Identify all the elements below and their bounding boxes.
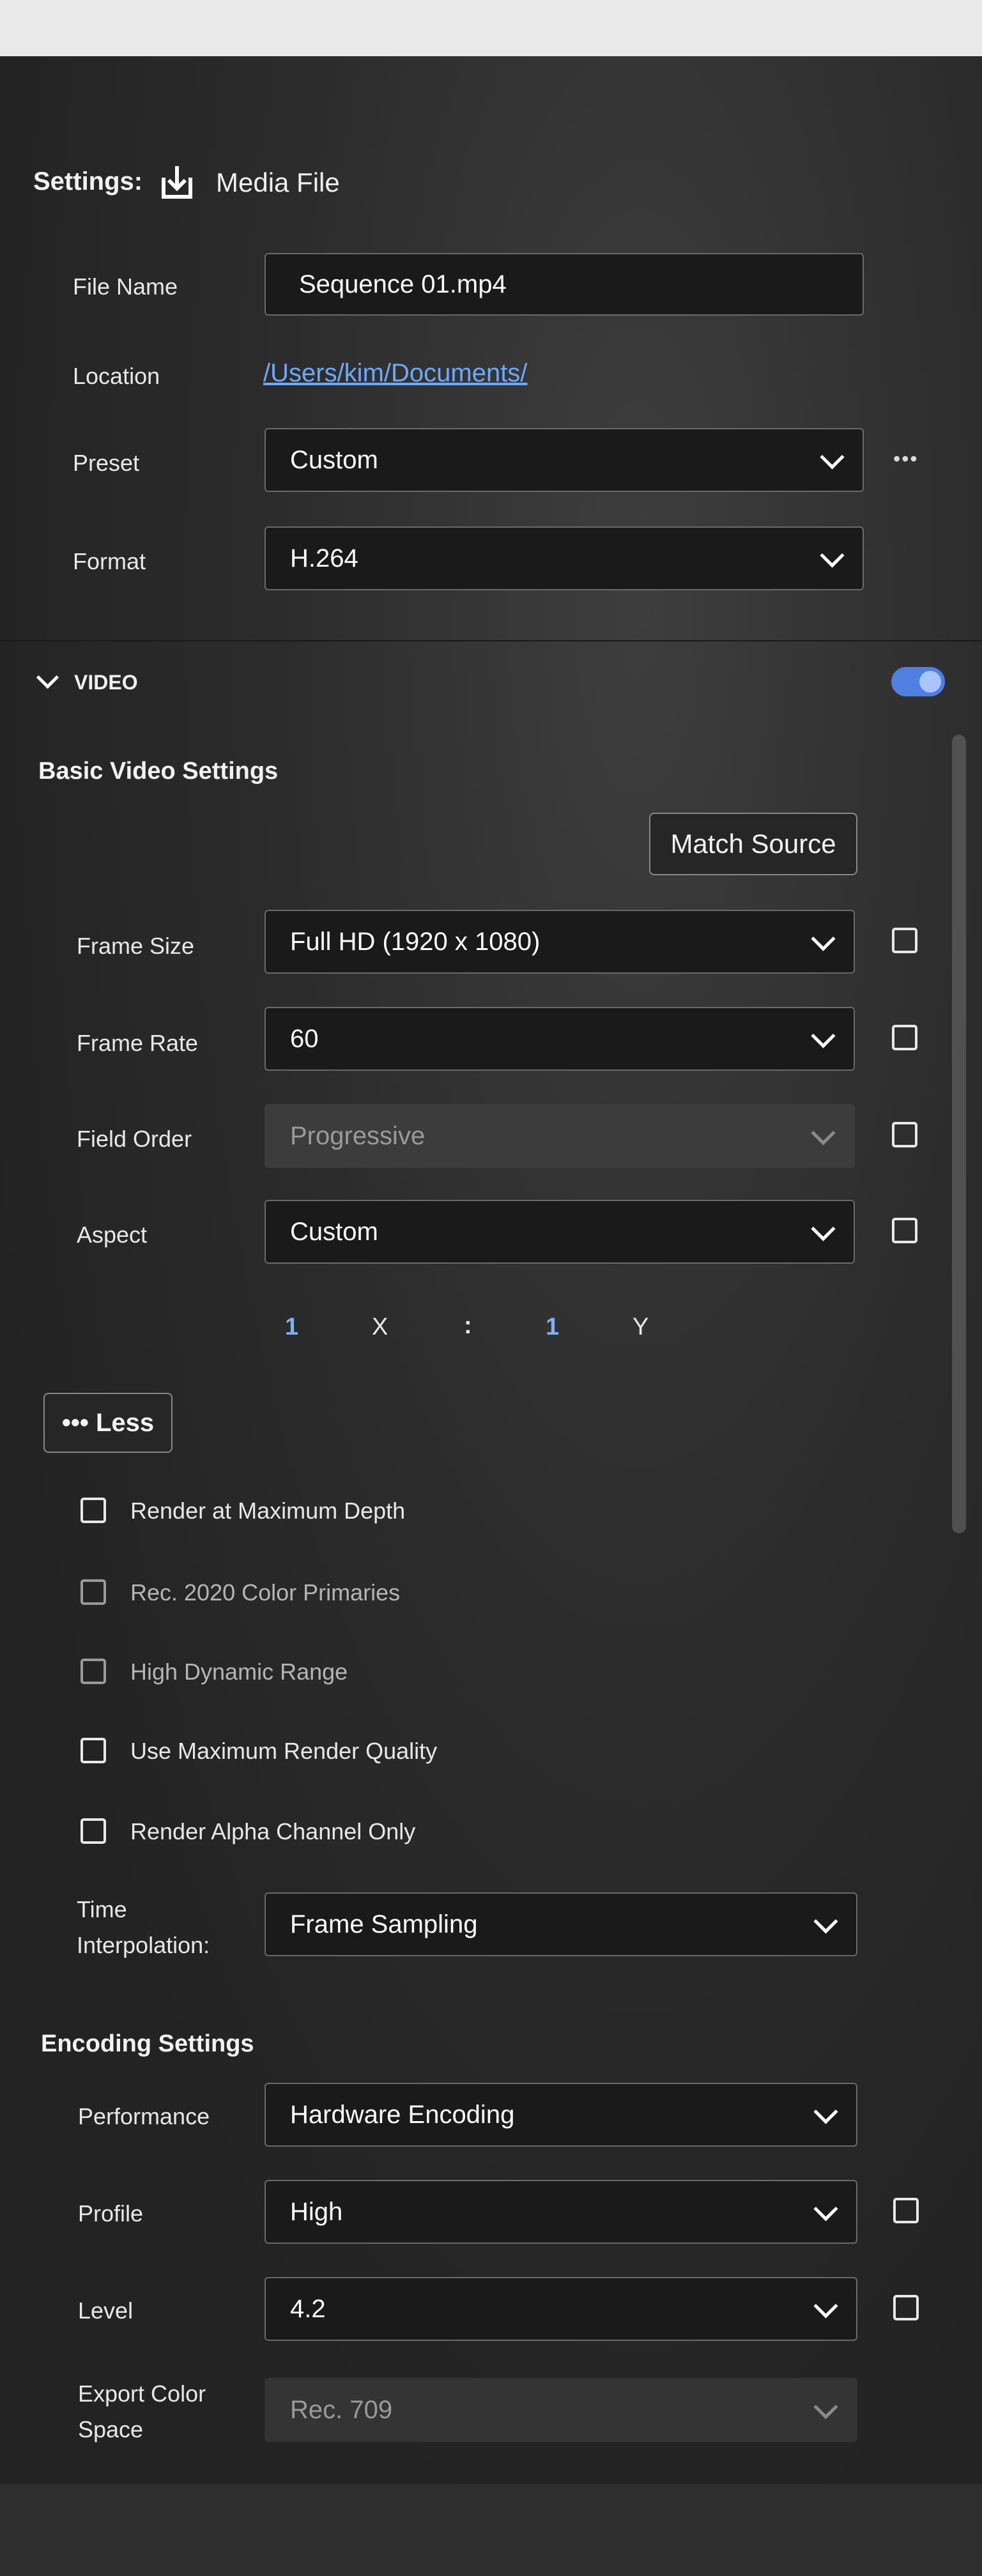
render-max-depth-checkbox[interactable]	[81, 1498, 106, 1523]
frame-rate-label: Frame Rate	[77, 1030, 199, 1056]
video-enable-toggle[interactable]	[891, 667, 945, 696]
aspect-value: Custom	[290, 1217, 378, 1246]
profile-value: High	[290, 2197, 343, 2226]
preset-more-button[interactable]: •••	[893, 447, 919, 471]
preset-value: Custom	[290, 445, 378, 474]
frame-size-value: Full HD (1920 x 1080)	[290, 927, 541, 956]
level-value: 4.2	[290, 2294, 326, 2323]
time-interp-dropdown[interactable]: Frame Sampling	[265, 1892, 857, 1956]
time-interp-label-line2: Interpolation:	[77, 1932, 210, 1958]
chevron-down-icon	[820, 543, 845, 568]
chevron-down-icon	[811, 1121, 836, 1146]
chevron-down-icon	[820, 445, 845, 470]
file-name-input[interactable]: Sequence 01.mp4	[265, 253, 864, 316]
level-checkbox[interactable]	[893, 2295, 919, 2320]
level-label: Level	[78, 2297, 134, 2324]
window-top-edge	[0, 0, 982, 56]
frame-rate-dropdown[interactable]: 60	[265, 1007, 855, 1071]
chevron-down-icon	[811, 1023, 836, 1048]
rec2020-label: Rec. 2020 Color Primaries	[130, 1579, 401, 1606]
field-order-dropdown: Progressive	[265, 1104, 855, 1168]
preset-label: Preset	[73, 450, 140, 476]
frame-size-label: Frame Size	[77, 933, 195, 959]
window-bottom-edge	[0, 2484, 982, 2576]
video-section-label: VIDEO	[74, 671, 138, 694]
max-render-quality-label: Use Maximum Render Quality	[130, 1738, 438, 1764]
file-name-label: File Name	[73, 273, 178, 300]
settings-label: Settings:	[33, 167, 143, 195]
aspect-label: Aspect	[77, 1222, 148, 1248]
chevron-down-icon	[813, 2395, 838, 2419]
profile-label: Profile	[78, 2200, 144, 2227]
format-value: H.264	[290, 544, 358, 572]
encoding-settings-title: Encoding Settings	[41, 2030, 254, 2057]
color-space-dropdown: Rec. 709	[265, 2378, 857, 2442]
chevron-down-icon	[813, 1909, 838, 1934]
performance-value: Hardware Encoding	[290, 2100, 515, 2129]
chevron-down-icon	[811, 1216, 836, 1241]
color-space-value: Rec. 709	[290, 2395, 393, 2424]
chevron-down-icon	[813, 2099, 838, 2124]
aspect-y-label: Y	[633, 1314, 649, 1340]
aspect-y-value[interactable]: 1	[546, 1314, 559, 1341]
time-interp-value: Frame Sampling	[290, 1910, 478, 1938]
format-label: Format	[73, 548, 146, 574]
location-link[interactable]: /Users/kim/Documents/	[263, 359, 527, 388]
color-space-label-line2: Space	[78, 2416, 144, 2442]
location-label: Location	[73, 363, 160, 389]
aspect-separator: :	[464, 1312, 472, 1339]
chevron-down-icon	[813, 2294, 838, 2319]
hdr-label: High Dynamic Range	[130, 1659, 348, 1685]
frame-size-dropdown[interactable]: Full HD (1920 x 1080)	[265, 910, 855, 974]
max-render-quality-checkbox[interactable]	[81, 1738, 106, 1763]
chevron-down-icon	[811, 926, 836, 951]
toggle-knob	[919, 671, 941, 693]
performance-dropdown[interactable]: Hardware Encoding	[265, 2083, 857, 2147]
section-divider	[0, 640, 982, 641]
chevron-down-icon	[813, 2196, 838, 2221]
aspect-dropdown[interactable]: Custom	[265, 1200, 855, 1264]
alpha-channel-label: Render Alpha Channel Only	[130, 1818, 416, 1844]
profile-checkbox[interactable]	[893, 2198, 919, 2223]
match-source-button[interactable]: Match Source	[649, 813, 857, 875]
media-file-label: Media File	[216, 167, 340, 197]
field-order-value: Progressive	[290, 1121, 426, 1150]
alpha-channel-checkbox[interactable]	[81, 1818, 106, 1844]
less-button[interactable]: ••• Less	[43, 1393, 173, 1453]
field-order-label: Field Order	[77, 1126, 192, 1152]
field-order-checkbox[interactable]	[892, 1122, 917, 1147]
format-dropdown[interactable]: H.264	[265, 526, 864, 590]
rec2020-checkbox	[81, 1579, 106, 1605]
render-max-depth-label: Render at Maximum Depth	[130, 1498, 406, 1524]
level-dropdown[interactable]: 4.2	[265, 2277, 857, 2341]
time-interp-label-line1: Time	[77, 1896, 127, 1922]
color-space-label-line1: Export Color	[78, 2380, 206, 2407]
panel-scrollbar[interactable]	[952, 735, 966, 1533]
frame-size-checkbox[interactable]	[892, 928, 917, 953]
performance-label: Performance	[78, 2103, 210, 2129]
frame-rate-value: 60	[290, 1024, 319, 1053]
aspect-checkbox[interactable]	[892, 1218, 917, 1243]
preset-dropdown[interactable]: Custom	[265, 428, 864, 492]
hdr-checkbox	[81, 1659, 106, 1684]
media-file-icon	[158, 164, 196, 201]
profile-dropdown[interactable]: High	[265, 2180, 857, 2244]
file-name-value: Sequence 01.mp4	[299, 270, 507, 298]
basic-video-settings-title: Basic Video Settings	[38, 758, 279, 785]
aspect-x-label: X	[372, 1314, 388, 1340]
frame-rate-checkbox[interactable]	[892, 1025, 917, 1050]
aspect-x-value[interactable]: 1	[285, 1314, 298, 1341]
